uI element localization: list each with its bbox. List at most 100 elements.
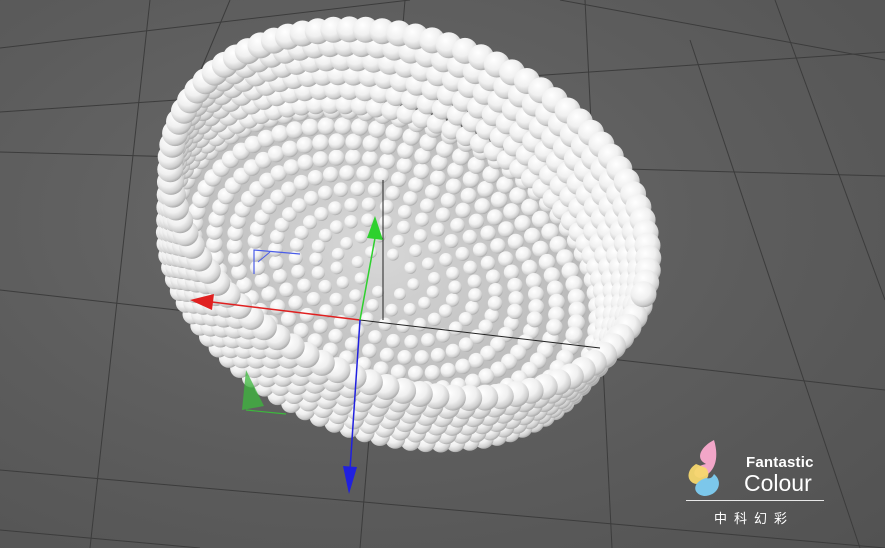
sphere-clone [272,269,288,284]
sphere-clone [472,242,488,258]
sphere-clone [565,326,583,344]
sphere-clone [385,185,401,201]
sphere-clone [413,229,428,243]
sphere-clone [485,269,501,285]
sphere-clone [312,134,329,151]
sphere-clone [271,125,289,143]
sphere-clone [445,343,461,359]
sphere-clone [428,272,441,285]
sphere-clone [340,237,353,250]
sphere-clone [498,251,514,267]
sphere-clone [413,317,427,332]
sphere-clone [249,259,266,276]
sphere-clone [339,165,355,181]
sphere-clone [546,318,563,336]
sphere-clone [360,312,374,326]
sphere-clone [361,197,376,212]
sphere-clone [373,167,389,184]
z-axis-arrow[interactable] [343,466,357,494]
sphere-clone [296,136,314,154]
sphere-clone [444,234,459,248]
sphere-clone [397,350,413,365]
sphere-clone [440,362,456,379]
sphere-clone [323,166,339,183]
sphere-clone [311,239,326,254]
brand-divider [686,500,824,501]
sphere-clone [480,225,496,241]
sphere-bowl-object[interactable] [126,16,662,492]
sphere-clone [467,274,482,289]
sphere-clone [312,151,329,168]
sphere-clone [268,242,283,257]
sphere-clone [318,279,332,294]
sphere-clone [362,150,379,167]
sphere-clone [307,170,324,186]
sphere-clone [313,319,328,334]
sphere-clone [334,117,352,135]
fantastic-colour-logo-icon [688,440,719,496]
sphere-clone [306,292,321,306]
sphere-clone [446,266,460,281]
sphere-clone [354,230,368,244]
sphere-clone [304,190,319,206]
sphere-clone [289,237,304,252]
sphere-clone [378,317,392,331]
brand-name-line2: Colour [744,470,812,496]
sphere-clone [317,117,335,135]
sphere-clone [468,213,485,229]
sphere-clone [468,288,483,303]
sphere-clone [421,257,435,271]
sphere-clone [362,343,377,359]
sphere-clone [349,289,362,302]
sphere-clone [507,277,523,294]
sphere-clone [350,181,366,196]
sphere-clone [403,191,418,206]
sphere-clone [415,212,430,227]
brand-name-chinese: 中科幻彩 [714,512,795,527]
sphere-clone [440,192,457,209]
sphere-clone [330,261,344,275]
sphere-clone [407,278,420,291]
sphere-clone [503,264,520,280]
sphere-clone [344,198,359,212]
sphere-clone [403,303,417,316]
sphere-clone [439,253,453,267]
sphere-clone [490,238,506,254]
sphere-clone [279,282,294,298]
sphere-clone [392,234,405,248]
sphere-clone [445,178,462,195]
sphere-clone [314,207,329,221]
sphere-clone [368,330,383,345]
sphere-clone [468,352,484,369]
sphere-clone [391,171,407,187]
sphere-clone [429,170,446,187]
grid-line [774,0,885,301]
sphere-clone [367,182,383,198]
sphere-clone [366,299,380,312]
sphere-clone [487,296,503,311]
sphere-clone [458,337,474,353]
sphere-clone [385,303,399,317]
plane-handle-green-edge [245,409,287,415]
sphere-clone [438,304,453,318]
sphere-clone [344,337,360,352]
sphere-clone [455,246,470,261]
sphere-clone [291,264,306,279]
sphere-clone [418,296,431,310]
sphere-clone [280,311,297,327]
sphere-clone [329,220,344,234]
sphere-clone [428,240,442,254]
sphere-clone [297,154,314,171]
sphere-clone [379,215,393,229]
3d-viewport[interactable]: Fantastic Colour 中科幻彩 [0,0,885,548]
sphere-clone [404,261,417,274]
sphere-clone [372,285,385,298]
sphere-clone [261,286,277,302]
sphere-clone [344,215,358,229]
sphere-clone [507,303,523,320]
sphere-clone [455,358,471,374]
sphere-clone [291,198,307,213]
sphere-clone [487,209,503,226]
sphere-clone [328,201,343,216]
sphere-clone [333,182,349,197]
